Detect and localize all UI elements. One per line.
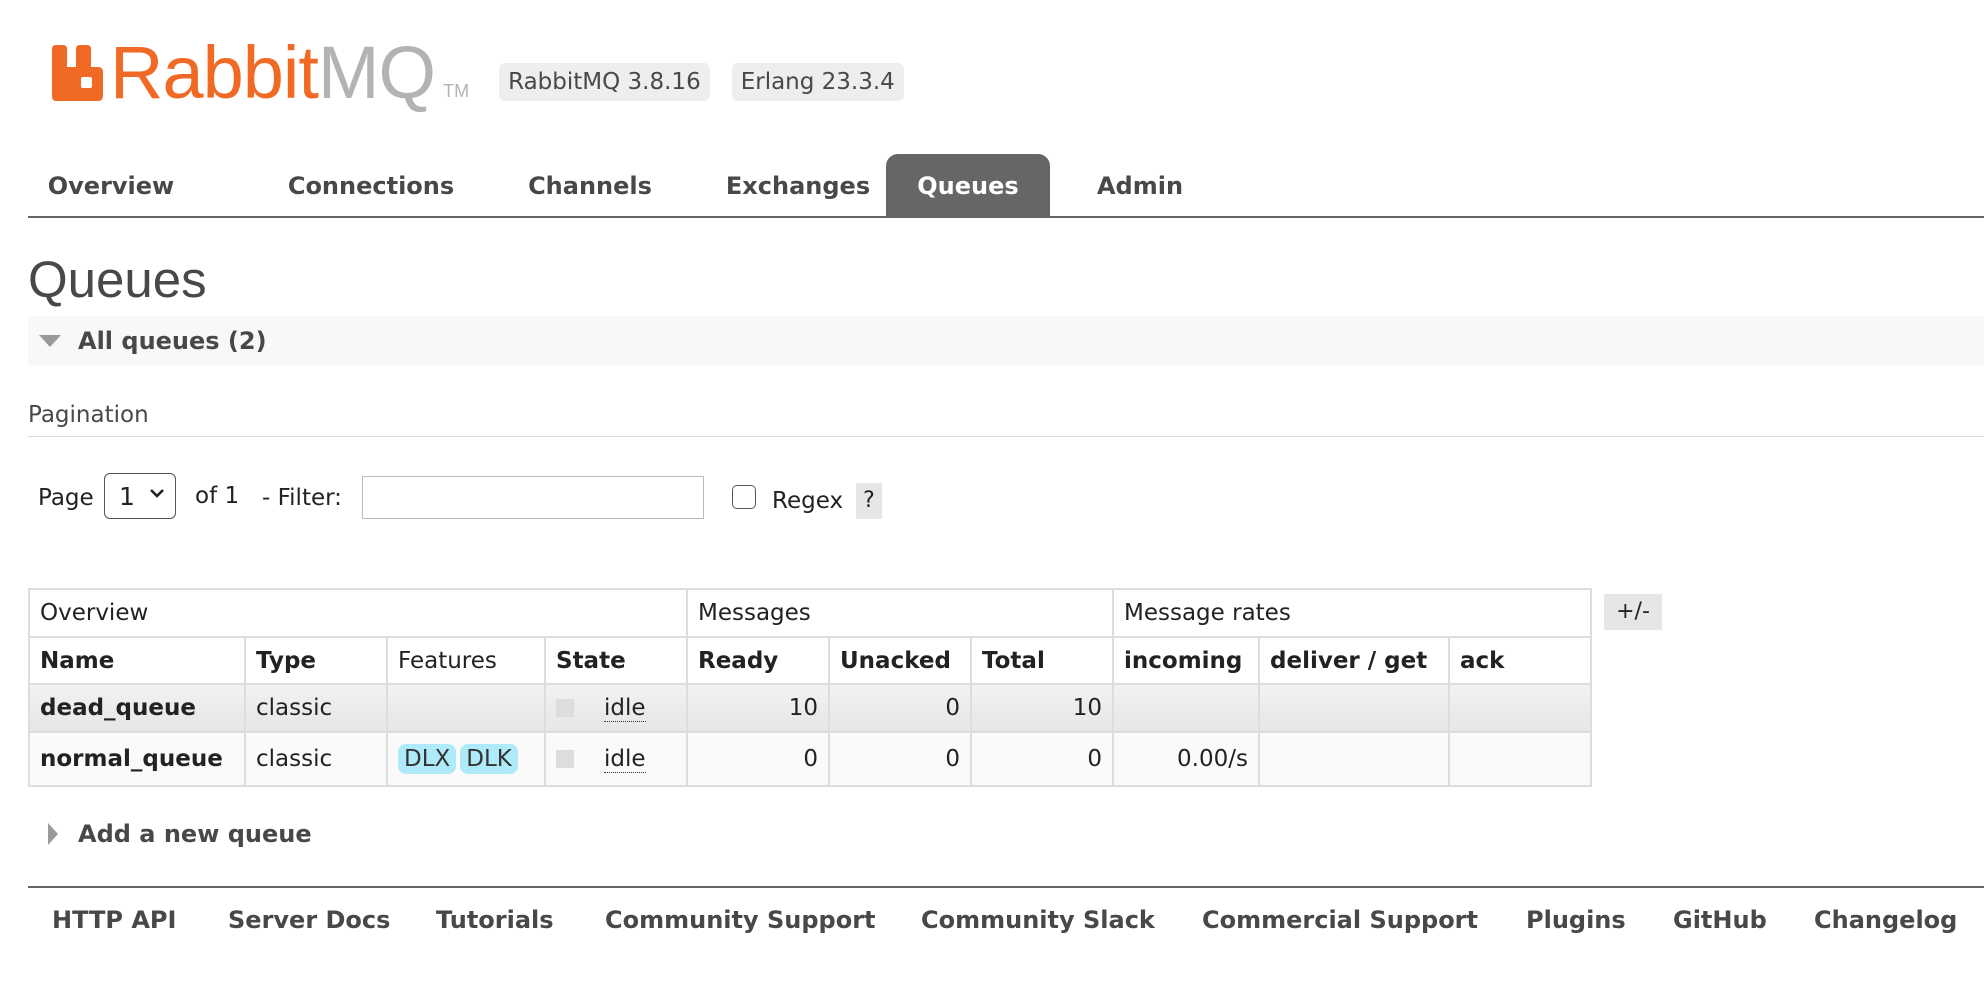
table-row[interactable]: dead_queue classic idle 10 0 10 bbox=[28, 683, 1592, 733]
footer-link-changelog[interactable]: Changelog bbox=[1814, 906, 1957, 934]
messages-ready: 0 bbox=[686, 731, 830, 787]
rate-deliver-get bbox=[1258, 731, 1450, 787]
column-header-type[interactable]: Type bbox=[244, 636, 388, 685]
footer-link-github[interactable]: GitHub bbox=[1673, 906, 1767, 934]
rabbitmq-logo-icon bbox=[52, 45, 103, 101]
all-queues-heading: All queues (2) bbox=[78, 327, 267, 355]
page-select[interactable]: 1 bbox=[104, 473, 176, 519]
feature-tag-dlk[interactable]: DLK bbox=[460, 744, 518, 774]
column-header-total[interactable]: Total bbox=[970, 636, 1114, 685]
footer-link-commercial-support[interactable]: Commercial Support bbox=[1202, 906, 1478, 934]
feature-tag-dlx[interactable]: DLX bbox=[398, 744, 457, 774]
tab-overview[interactable]: Overview bbox=[28, 154, 194, 218]
state-label[interactable]: idle bbox=[604, 695, 646, 723]
regex-help-button[interactable]: ? bbox=[856, 483, 882, 519]
expand-triangle-icon bbox=[48, 823, 58, 845]
queue-type: classic bbox=[244, 731, 388, 787]
regex-checkbox[interactable] bbox=[732, 485, 756, 509]
column-header-unacked[interactable]: Unacked bbox=[828, 636, 972, 685]
rate-incoming bbox=[1112, 683, 1260, 733]
page-title: Queues bbox=[28, 251, 207, 308]
group-header-message-rates: Message rates bbox=[1112, 588, 1592, 638]
column-header-name[interactable]: Name bbox=[28, 636, 246, 685]
rate-deliver-get bbox=[1258, 683, 1450, 733]
group-header-overview: Overview bbox=[28, 588, 688, 638]
rabbitmq-logo[interactable]: Rabbit MQ TM bbox=[50, 30, 469, 110]
rate-incoming: 0.00/s bbox=[1112, 731, 1260, 787]
pagination-controls: Page 1 of 1 - Filter: Regex ? bbox=[38, 473, 938, 521]
toggle-columns-button[interactable]: +/- bbox=[1604, 594, 1662, 630]
queue-type: classic bbox=[244, 683, 388, 733]
table-column-header-row: Name Type Features State Ready Unacked T… bbox=[28, 636, 1592, 685]
filter-input[interactable] bbox=[362, 476, 704, 519]
main-nav: Overview Connections Channels Exchanges … bbox=[28, 154, 1984, 218]
header: Rabbit MQ TM RabbitMQ 3.8.16 Erlang 23.3… bbox=[50, 30, 904, 110]
chevron-down-icon bbox=[150, 489, 164, 498]
column-header-ack[interactable]: ack bbox=[1448, 636, 1592, 685]
footer-link-http-api[interactable]: HTTP API bbox=[52, 906, 176, 934]
queue-features: DLX DLK bbox=[386, 731, 546, 787]
tab-admin[interactable]: Admin bbox=[1078, 154, 1202, 218]
messages-unacked: 0 bbox=[828, 731, 972, 787]
group-header-messages: Messages bbox=[686, 588, 1114, 638]
collapse-triangle-icon bbox=[39, 335, 61, 347]
footer-divider bbox=[28, 886, 1984, 888]
footer-link-plugins[interactable]: Plugins bbox=[1526, 906, 1626, 934]
filter-label: - Filter: bbox=[262, 485, 342, 511]
page-label: Page bbox=[38, 485, 94, 511]
table-row[interactable]: normal_queue classic DLX DLK idle 0 0 0 0… bbox=[28, 731, 1592, 787]
rabbitmq-version-badge: RabbitMQ 3.8.16 bbox=[499, 63, 710, 101]
queue-name-link[interactable]: normal_queue bbox=[28, 731, 246, 787]
pagination-divider bbox=[28, 436, 1984, 437]
add-queue-heading: Add a new queue bbox=[78, 820, 312, 848]
messages-total: 10 bbox=[970, 683, 1114, 733]
messages-total: 0 bbox=[970, 731, 1114, 787]
messages-unacked: 0 bbox=[828, 683, 972, 733]
logo-rabbit-text: Rabbit bbox=[110, 31, 319, 114]
column-header-state[interactable]: State bbox=[544, 636, 688, 685]
state-label[interactable]: idle bbox=[604, 746, 646, 774]
erlang-version-badge: Erlang 23.3.4 bbox=[731, 63, 904, 101]
page-select-value: 1 bbox=[119, 481, 135, 511]
footer-link-community-support[interactable]: Community Support bbox=[605, 906, 876, 934]
queue-features bbox=[386, 683, 546, 733]
footer-link-server-docs[interactable]: Server Docs bbox=[228, 906, 390, 934]
column-header-incoming[interactable]: incoming bbox=[1112, 636, 1260, 685]
logo-mq-text: MQ bbox=[317, 31, 436, 114]
state-indicator-icon bbox=[556, 750, 574, 769]
column-header-features: Features bbox=[386, 636, 546, 685]
rate-ack bbox=[1448, 731, 1592, 787]
queue-state: idle bbox=[544, 731, 688, 787]
messages-ready: 10 bbox=[686, 683, 830, 733]
logo-trademark: TM bbox=[443, 81, 470, 101]
tab-connections[interactable]: Connections bbox=[252, 154, 490, 218]
queues-table: Overview Messages Message rates Name Typ… bbox=[28, 588, 1592, 787]
tab-exchanges[interactable]: Exchanges bbox=[696, 154, 900, 218]
all-queues-section-toggle[interactable]: All queues (2) bbox=[28, 316, 1984, 366]
table-group-header-row: Overview Messages Message rates bbox=[28, 588, 1592, 638]
version-badges: RabbitMQ 3.8.16 Erlang 23.3.4 bbox=[499, 63, 904, 101]
pagination-heading: Pagination bbox=[28, 402, 149, 428]
tab-queues[interactable]: Queues bbox=[886, 154, 1050, 218]
tab-channels[interactable]: Channels bbox=[498, 154, 682, 218]
column-header-ready[interactable]: Ready bbox=[686, 636, 830, 685]
column-header-deliver-get[interactable]: deliver / get bbox=[1258, 636, 1450, 685]
regex-label: Regex bbox=[772, 488, 844, 514]
rabbitmq-management-page: Rabbit MQ TM RabbitMQ 3.8.16 Erlang 23.3… bbox=[0, 0, 1984, 990]
queue-state: idle bbox=[544, 683, 688, 733]
page-count-label: of 1 bbox=[195, 483, 240, 509]
queue-name-link[interactable]: dead_queue bbox=[28, 683, 246, 733]
state-indicator-icon bbox=[556, 699, 574, 718]
add-queue-section-toggle[interactable]: Add a new queue bbox=[48, 820, 312, 848]
footer-link-tutorials[interactable]: Tutorials bbox=[436, 906, 554, 934]
footer-link-community-slack[interactable]: Community Slack bbox=[921, 906, 1155, 934]
rate-ack bbox=[1448, 683, 1592, 733]
